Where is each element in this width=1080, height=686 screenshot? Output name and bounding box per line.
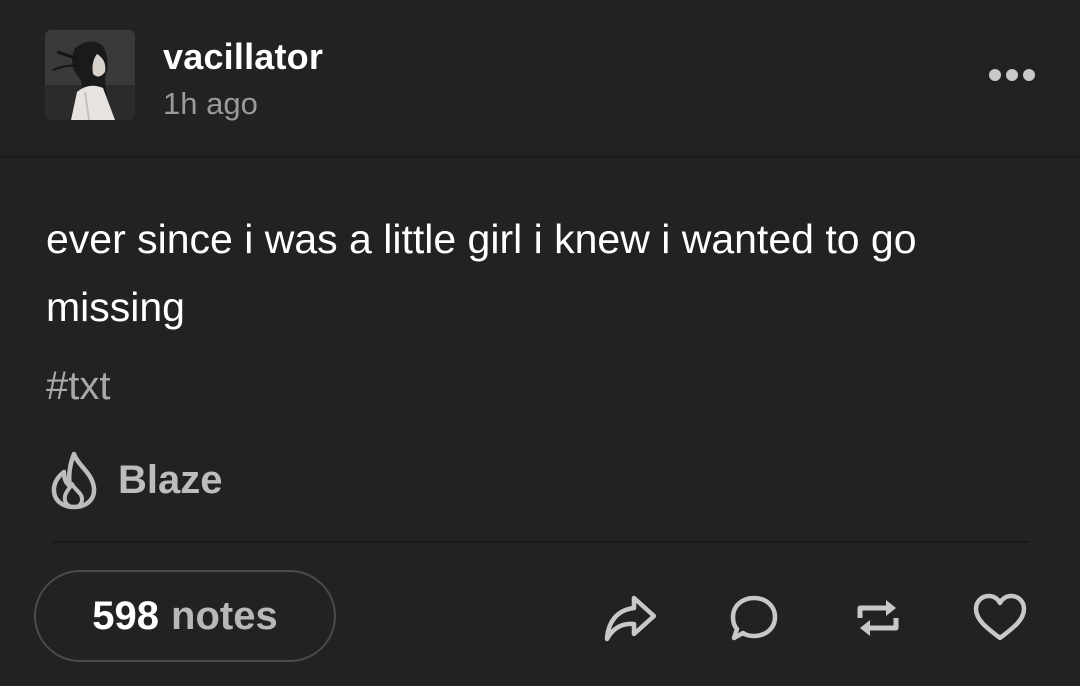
post-timestamp: 1h ago (163, 86, 258, 121)
flame-icon (51, 451, 97, 510)
like-button[interactable] (970, 588, 1030, 648)
share-button[interactable] (600, 588, 660, 648)
avatar[interactable] (45, 30, 135, 120)
reply-button[interactable] (724, 588, 784, 648)
notes-count: 598 (92, 593, 160, 638)
comment-icon (730, 595, 778, 641)
reblog-icon (857, 600, 899, 636)
footer-divider (52, 541, 1029, 543)
notes-button[interactable]: 598 notes (34, 570, 336, 662)
blaze-label: Blaze (118, 457, 223, 502)
tag-link[interactable]: #txt (46, 364, 110, 409)
avatar-photo (45, 30, 135, 120)
post-header: vacillator 1h ago (0, 0, 1080, 158)
more-options-button[interactable] (984, 60, 1040, 90)
more-options-icon (989, 69, 1001, 81)
username[interactable]: vacillator (163, 36, 323, 78)
more-options-dot (1006, 69, 1018, 81)
blaze-button[interactable]: Blaze (48, 448, 223, 512)
reblog-button[interactable] (848, 588, 908, 648)
share-icon (604, 595, 657, 642)
heart-icon (973, 593, 1027, 641)
post-body-text: ever since i was a little girl i knew i … (46, 216, 917, 330)
notes-label: notes (171, 593, 278, 638)
more-options-dot (1023, 69, 1035, 81)
post-card: vacillator 1h ago ever since i was a lit… (0, 0, 1080, 686)
